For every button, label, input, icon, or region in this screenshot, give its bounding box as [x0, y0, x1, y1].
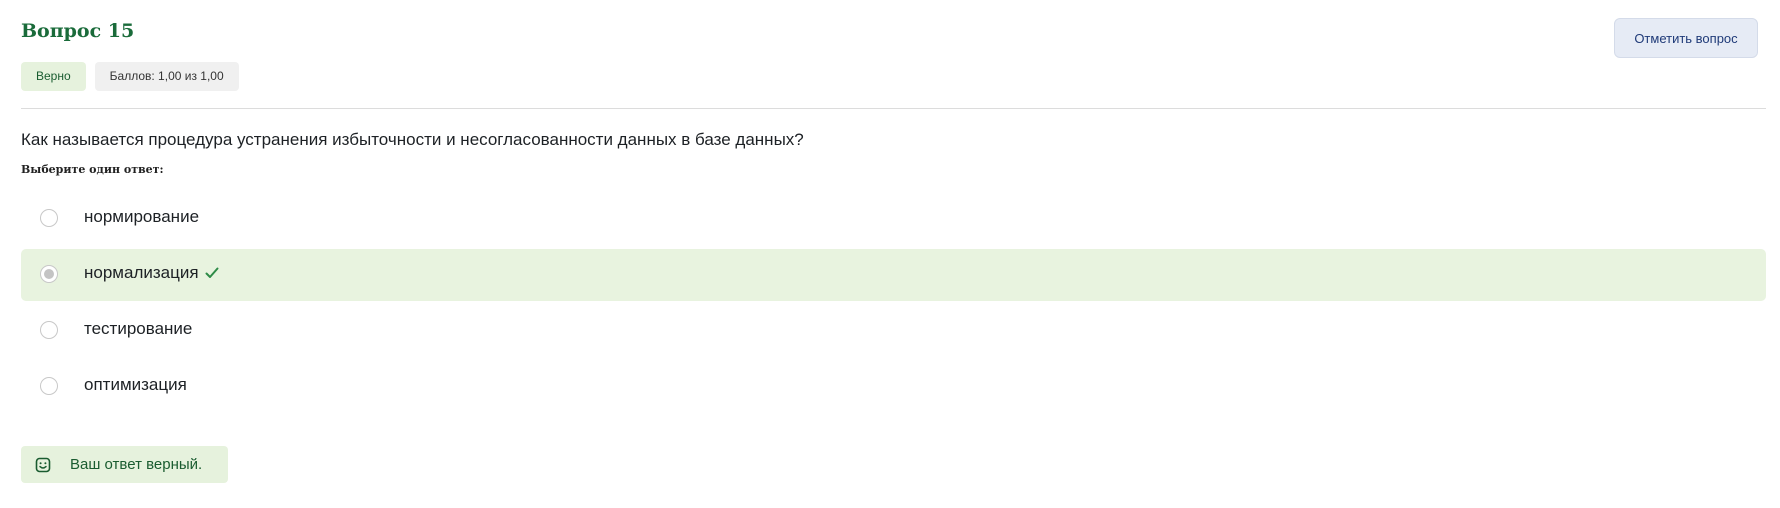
answer-label: нормирование — [84, 207, 200, 226]
check-icon — [205, 264, 219, 284]
answer-radio[interactable] — [40, 209, 58, 227]
feedback-text: Ваш ответ верный. — [70, 456, 203, 473]
question-info-badges: Верно Баллов: 1,00 из 1,00 — [21, 62, 239, 91]
answer-option[interactable]: тестирование — [21, 305, 1766, 357]
feedback-box: Ваш ответ верный. — [21, 446, 228, 483]
points-badge: Баллов: 1,00 из 1,00 — [94, 62, 239, 91]
answer-label-wrap: нормализация — [84, 263, 219, 284]
question-title: Вопрос 15 — [21, 20, 135, 42]
answer-radio-selected[interactable] — [40, 265, 58, 283]
answer-option[interactable]: нормирование — [21, 193, 1766, 245]
answer-label: тестирование — [84, 319, 193, 338]
question-card: Вопрос 15 Верно Баллов: 1,00 из 1,00 Отм… — [0, 0, 1780, 508]
answer-radio[interactable] — [40, 377, 58, 395]
divider — [21, 108, 1766, 109]
answer-option-correct[interactable]: нормализация — [21, 249, 1766, 301]
answer-option[interactable]: оптимизация — [21, 361, 1766, 413]
answer-list: нормирование нормализация тестирование о… — [21, 193, 1766, 417]
status-badge: Верно — [21, 62, 86, 91]
answer-radio[interactable] — [40, 321, 58, 339]
smile-icon — [35, 457, 51, 478]
flag-question-button[interactable]: Отметить вопрос — [1614, 18, 1758, 58]
question-text: Как называется процедура устранения избы… — [21, 130, 804, 149]
answer-label: оптимизация — [84, 375, 187, 394]
answer-prompt: Выберите один ответ: — [21, 163, 164, 176]
answer-label: нормализация — [84, 263, 199, 282]
